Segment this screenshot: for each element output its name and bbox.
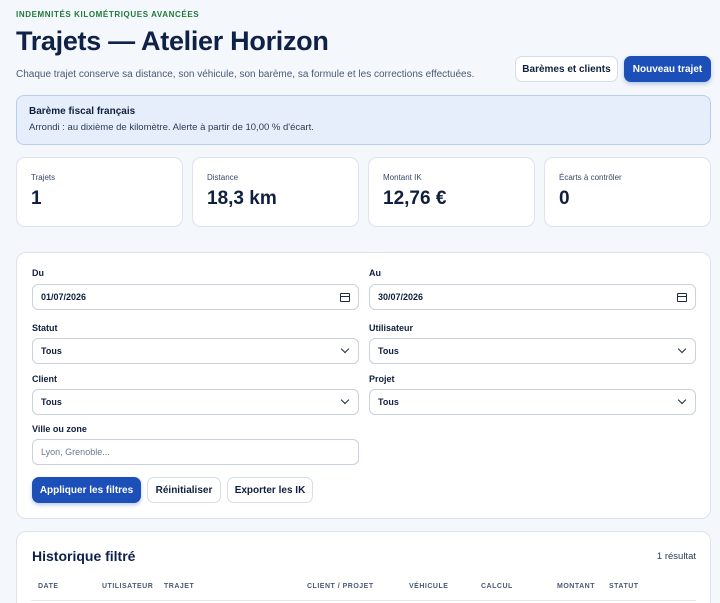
column-header[interactable]: STATUT	[609, 583, 639, 590]
client-value: Tous	[41, 397, 62, 407]
new-trip-button[interactable]: Nouveau trajet	[624, 56, 711, 82]
stat-value: 0	[559, 188, 570, 209]
user-value: Tous	[378, 346, 399, 356]
baremes-button[interactable]: Barèmes et clients	[515, 56, 618, 82]
eyebrow-label: INDEMNITÉS KILOMÉTRIQUES AVANCÉES	[16, 10, 200, 19]
stat-card-montant: Montant IK 12,76 €	[368, 157, 535, 227]
stat-card-trajets: Trajets 1	[16, 157, 183, 227]
page-title: Trajets — Atelier Horizon	[16, 26, 329, 56]
chevron-down-icon	[677, 344, 687, 354]
calendar-icon[interactable]	[340, 292, 350, 302]
notice-title: Barème fiscal français	[29, 106, 136, 117]
column-header[interactable]: TRAJET	[164, 583, 194, 590]
city-label: Ville ou zone	[32, 424, 87, 434]
export-button[interactable]: Exporter les IK	[227, 477, 313, 503]
to-date-value: 30/07/2026	[378, 292, 424, 302]
stat-value: 18,3 km	[207, 188, 277, 209]
city-input[interactable]: Lyon, Grenoble...	[32, 439, 359, 465]
notice-text: Arrondi : au dixième de kilomètre. Alert…	[29, 122, 314, 133]
stat-value: 12,76 €	[383, 188, 447, 209]
stat-value: 1	[31, 188, 42, 209]
stat-label: Trajets	[31, 173, 56, 182]
column-header[interactable]: CALCUL	[481, 583, 513, 590]
bareme-notice: Barème fiscal français Arrondi : au dixi…	[16, 95, 711, 145]
project-select[interactable]: Tous	[369, 389, 696, 415]
status-select[interactable]: Tous	[32, 338, 359, 364]
stat-label: Distance	[207, 173, 239, 182]
client-select[interactable]: Tous	[32, 389, 359, 415]
page-subtitle: Chaque trajet conserve sa distance, son …	[16, 69, 475, 80]
from-date-input[interactable]: 01/07/2026	[32, 284, 359, 310]
stat-card-distance: Distance 18,3 km	[192, 157, 359, 227]
stat-label: Montant IK	[383, 173, 422, 182]
from-date-value: 01/07/2026	[41, 292, 87, 302]
chevron-down-icon	[340, 395, 350, 405]
result-count: 1 résultat	[656, 551, 696, 562]
column-header[interactable]: MONTANT	[557, 583, 595, 590]
city-placeholder: Lyon, Grenoble...	[41, 447, 110, 457]
filters-panel: Du 01/07/2026 Au 30/07/2026 Statut Tous …	[16, 252, 711, 519]
divider	[31, 600, 696, 601]
to-date-input[interactable]: 30/07/2026	[369, 284, 696, 310]
stat-label: Écarts à contrôler	[559, 173, 622, 182]
chevron-down-icon	[340, 344, 350, 354]
to-label: Au	[369, 268, 381, 278]
history-title: Historique filtré	[32, 548, 136, 564]
user-select[interactable]: Tous	[369, 338, 696, 364]
stat-card-ecarts: Écarts à contrôler 0	[544, 157, 711, 227]
column-header[interactable]: UTILISATEUR	[102, 583, 153, 590]
apply-filters-button[interactable]: Appliquer les filtres	[32, 477, 141, 503]
calendar-icon[interactable]	[677, 292, 687, 302]
status-value: Tous	[41, 346, 62, 356]
project-label: Projet	[369, 374, 395, 384]
column-header[interactable]: CLIENT / PROJET	[307, 583, 374, 590]
column-header[interactable]: VÉHICULE	[409, 583, 448, 590]
from-label: Du	[32, 268, 44, 278]
user-label: Utilisateur	[369, 323, 414, 333]
history-panel: Historique filtré 1 résultat DATE UTILIS…	[16, 531, 711, 603]
status-label: Statut	[32, 323, 58, 333]
project-value: Tous	[378, 397, 399, 407]
reset-button[interactable]: Réinitialiser	[147, 477, 221, 503]
client-label: Client	[32, 374, 58, 384]
chevron-down-icon	[677, 395, 687, 405]
column-header[interactable]: DATE	[38, 583, 59, 590]
